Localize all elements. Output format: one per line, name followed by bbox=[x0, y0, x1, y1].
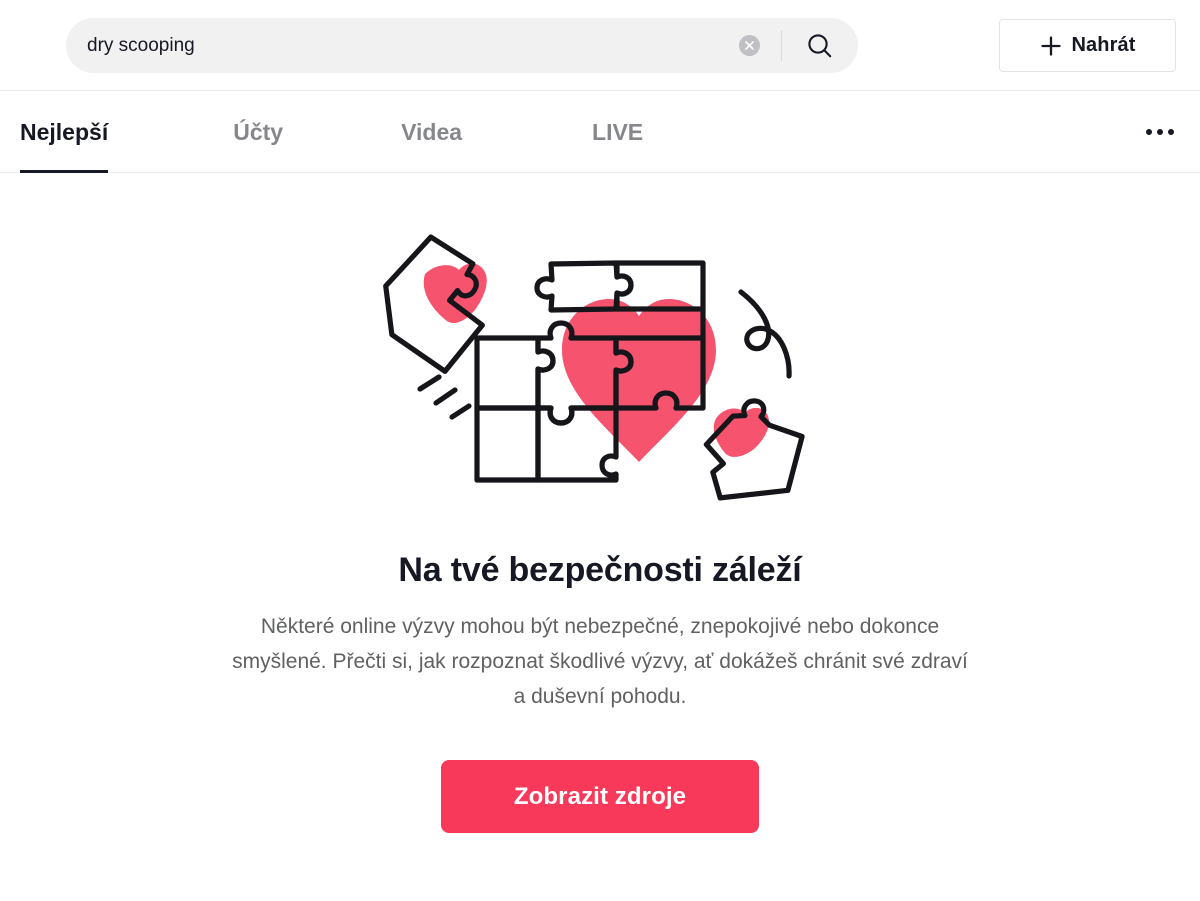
view-resources-button[interactable]: Zobrazit zdroje bbox=[441, 760, 759, 833]
safety-description: Některé online výzvy mohou být nebezpečn… bbox=[232, 615, 968, 708]
heart-shape bbox=[562, 299, 716, 462]
ellipsis-icon bbox=[1157, 129, 1163, 135]
plus-icon bbox=[1040, 35, 1061, 56]
search-input[interactable] bbox=[66, 18, 739, 73]
tab-list: Nejlepší Účty Videa LIVE bbox=[20, 91, 643, 173]
app-header: Nahrát bbox=[0, 0, 1200, 91]
ellipsis-icon bbox=[1146, 129, 1152, 135]
clear-search-icon[interactable] bbox=[739, 35, 760, 56]
search-tabbar: Nejlepší Účty Videa LIVE bbox=[0, 91, 1200, 173]
more-options-button[interactable] bbox=[1130, 91, 1190, 173]
safety-notice-panel: Na tvé bezpečnosti záleží Některé online… bbox=[0, 173, 1200, 901]
heart-puzzle-illustration bbox=[365, 217, 835, 517]
search-bar[interactable] bbox=[66, 18, 858, 73]
tab-accounts[interactable]: Účty bbox=[233, 91, 283, 173]
upload-button[interactable]: Nahrát bbox=[999, 19, 1176, 72]
tab-videos[interactable]: Videa bbox=[401, 91, 462, 173]
upload-button-label: Nahrát bbox=[1071, 34, 1136, 56]
tab-live[interactable]: LIVE bbox=[592, 91, 643, 173]
magnifier-icon bbox=[808, 33, 832, 57]
search-results-page: Nahrát Nejlepší Účty Videa LIVE bbox=[0, 0, 1200, 901]
search-submit-button[interactable] bbox=[782, 18, 858, 73]
ellipsis-icon bbox=[1168, 129, 1174, 135]
page-title: Na tvé bezpečnosti záleží bbox=[398, 551, 802, 589]
tab-top[interactable]: Nejlepší bbox=[20, 91, 109, 173]
